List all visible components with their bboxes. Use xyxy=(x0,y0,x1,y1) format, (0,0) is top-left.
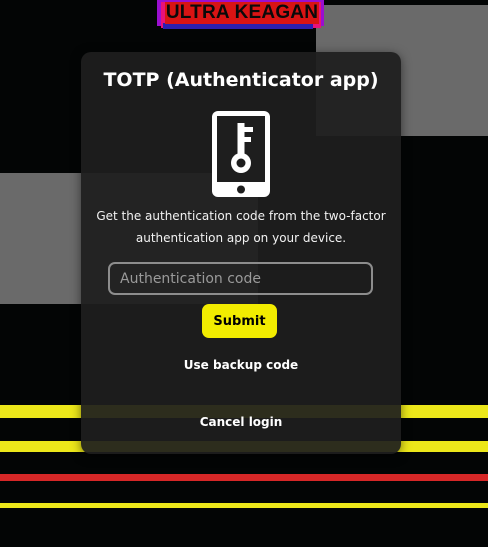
totp-dialog: TOTP (Authenticator app) Get the authent… xyxy=(81,52,401,454)
submit-button[interactable]: Submit xyxy=(202,304,277,338)
brand-banner: ULTRA KEAGAN xyxy=(157,0,324,30)
use-backup-code-link[interactable]: Use backup code xyxy=(81,357,401,373)
instructions-text: Get the authentication code from the two… xyxy=(96,209,386,245)
brand-logo-text: ULTRA KEAGAN xyxy=(165,2,319,24)
dialog-title: TOTP (Authenticator app) xyxy=(103,69,379,91)
background-stripe-red xyxy=(0,474,488,481)
smartphone-key-icon xyxy=(212,111,270,197)
background-stripe-yellow xyxy=(0,503,488,508)
authentication-code-input[interactable] xyxy=(108,262,373,295)
cancel-login-link[interactable]: Cancel login xyxy=(81,414,401,430)
